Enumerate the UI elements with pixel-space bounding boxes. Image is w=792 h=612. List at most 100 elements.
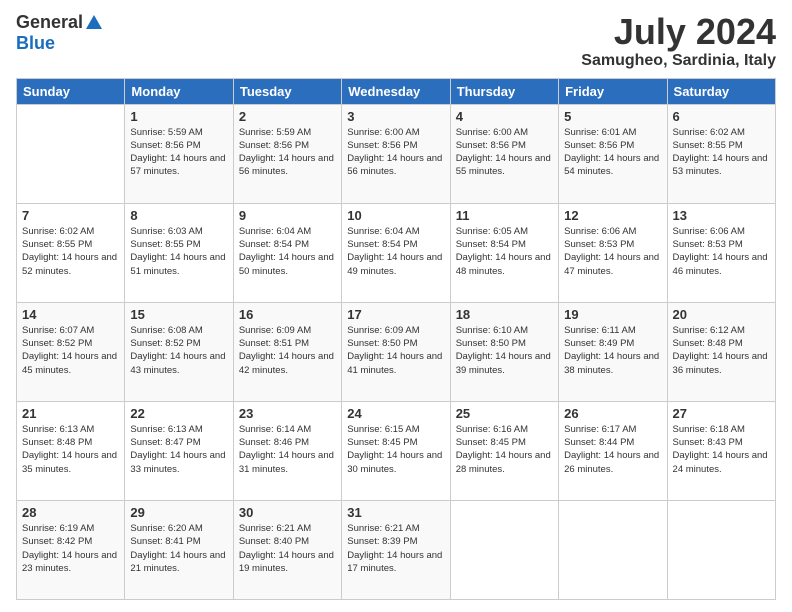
col-saturday: Saturday (667, 78, 775, 104)
day-info: Sunrise: 6:05 AMSunset: 8:54 PMDaylight:… (456, 225, 553, 278)
table-row: 16 Sunrise: 6:09 AMSunset: 8:51 PMDayligh… (233, 302, 341, 401)
day-info: Sunrise: 5:59 AMSunset: 8:56 PMDaylight:… (239, 126, 336, 179)
calendar-week-row: 21Sunrise: 6:13 AMSunset: 8:48 PMDayligh… (17, 401, 776, 500)
day-number: 4 (456, 109, 553, 124)
day-number: 22 (130, 406, 227, 421)
table-row: 14 Sunrise: 6:07 AMSunset: 8:52 PMDayligh… (17, 302, 125, 401)
day-info: Sunrise: 6:21 AMSunset: 8:39 PMDaylight:… (347, 522, 444, 575)
day-number: 7 (22, 208, 119, 223)
day-info: Sunrise: 6:18 AMSunset: 8:43 PMDaylight:… (673, 423, 770, 476)
table-row: 25 Sunrise: 6:16 AMSunset: 8:45 PMDayligh… (450, 401, 558, 500)
header: General Blue July 2024 Samugheo, Sardini… (16, 12, 776, 70)
calendar-week-row: 1 Sunrise: 5:59 AMSunset: 8:56 PMDaylight… (17, 104, 776, 203)
day-info: Sunrise: 6:06 AMSunset: 8:53 PMDaylight:… (564, 225, 661, 278)
table-row: 11 Sunrise: 6:05 AMSunset: 8:54 PMDayligh… (450, 203, 558, 302)
day-number: 5 (564, 109, 661, 124)
day-number: 30 (239, 505, 336, 520)
day-number: 20 (673, 307, 770, 322)
table-row: 12 Sunrise: 6:06 AMSunset: 8:53 PMDayligh… (559, 203, 667, 302)
day-info: Sunrise: 6:13 AMSunset: 8:48 PMDaylight:… (22, 423, 119, 476)
day-info: Sunrise: 6:17 AMSunset: 8:44 PMDaylight:… (564, 423, 661, 476)
table-row: 9 Sunrise: 6:04 AMSunset: 8:54 PMDaylight… (233, 203, 341, 302)
day-number: 31 (347, 505, 444, 520)
logo-general-text: General (16, 12, 83, 33)
table-row: 13 Sunrise: 6:06 AMSunset: 8:53 PMDayligh… (667, 203, 775, 302)
day-info: Sunrise: 6:04 AMSunset: 8:54 PMDaylight:… (347, 225, 444, 278)
day-info: Sunrise: 6:03 AMSunset: 8:55 PMDaylight:… (130, 225, 227, 278)
logo-blue-text: Blue (16, 33, 55, 54)
day-info: Sunrise: 6:02 AMSunset: 8:55 PMDaylight:… (22, 225, 119, 278)
col-sunday: Sunday (17, 78, 125, 104)
day-number: 9 (239, 208, 336, 223)
day-number: 19 (564, 307, 661, 322)
table-row: 15 Sunrise: 6:08 AMSunset: 8:52 PMDayligh… (125, 302, 233, 401)
day-info: Sunrise: 6:13 AMSunset: 8:47 PMDaylight:… (130, 423, 227, 476)
table-row: 31 Sunrise: 6:21 AMSunset: 8:39 PMDayligh… (342, 500, 450, 599)
day-number: 25 (456, 406, 553, 421)
day-info: Sunrise: 6:11 AMSunset: 8:49 PMDaylight:… (564, 324, 661, 377)
table-row: 23Sunrise: 6:14 AMSunset: 8:46 PMDayligh… (233, 401, 341, 500)
day-number: 15 (130, 307, 227, 322)
table-row: 10Sunrise: 6:04 AMSunset: 8:54 PMDayligh… (342, 203, 450, 302)
day-info: Sunrise: 6:00 AMSunset: 8:56 PMDaylight:… (456, 126, 553, 179)
table-row (559, 500, 667, 599)
table-row: 6Sunrise: 6:02 AMSunset: 8:55 PMDaylight… (667, 104, 775, 203)
day-info: Sunrise: 6:06 AMSunset: 8:53 PMDaylight:… (673, 225, 770, 278)
table-row: 20 Sunrise: 6:12 AMSunset: 8:48 PMDayligh… (667, 302, 775, 401)
day-info: Sunrise: 6:09 AMSunset: 8:50 PMDaylight:… (347, 324, 444, 377)
logo: General Blue (16, 12, 102, 54)
day-number: 17 (347, 307, 444, 322)
day-number: 23 (239, 406, 336, 421)
table-row: 19 Sunrise: 6:11 AMSunset: 8:49 PMDayligh… (559, 302, 667, 401)
day-info: Sunrise: 6:09 AMSunset: 8:51 PMDaylight:… (239, 324, 336, 377)
table-row: 26 Sunrise: 6:17 AMSunset: 8:44 PMDayligh… (559, 401, 667, 500)
day-number: 3 (347, 109, 444, 124)
table-row: 22 Sunrise: 6:13 AMSunset: 8:47 PMDayligh… (125, 401, 233, 500)
col-monday: Monday (125, 78, 233, 104)
day-number: 27 (673, 406, 770, 421)
calendar-page: General Blue July 2024 Samugheo, Sardini… (0, 0, 792, 612)
day-info: Sunrise: 6:08 AMSunset: 8:52 PMDaylight:… (130, 324, 227, 377)
day-number: 11 (456, 208, 553, 223)
day-number: 13 (673, 208, 770, 223)
day-number: 16 (239, 307, 336, 322)
day-info: Sunrise: 6:19 AMSunset: 8:42 PMDaylight:… (22, 522, 119, 575)
table-row: 17 Sunrise: 6:09 AMSunset: 8:50 PMDayligh… (342, 302, 450, 401)
title-section: July 2024 Samugheo, Sardinia, Italy (581, 12, 776, 70)
calendar-table: Sunday Monday Tuesday Wednesday Thursday… (16, 78, 776, 600)
day-number: 1 (130, 109, 227, 124)
table-row: 8 Sunrise: 6:03 AMSunset: 8:55 PMDaylight… (125, 203, 233, 302)
calendar-week-row: 7 Sunrise: 6:02 AMSunset: 8:55 PMDaylight… (17, 203, 776, 302)
day-number: 18 (456, 307, 553, 322)
table-row: 28Sunrise: 6:19 AMSunset: 8:42 PMDayligh… (17, 500, 125, 599)
table-row: 29Sunrise: 6:20 AMSunset: 8:41 PMDayligh… (125, 500, 233, 599)
day-info: Sunrise: 6:12 AMSunset: 8:48 PMDaylight:… (673, 324, 770, 377)
day-info: Sunrise: 6:20 AMSunset: 8:41 PMDaylight:… (130, 522, 227, 575)
day-info: Sunrise: 6:07 AMSunset: 8:52 PMDaylight:… (22, 324, 119, 377)
calendar-week-row: 14 Sunrise: 6:07 AMSunset: 8:52 PMDayligh… (17, 302, 776, 401)
day-number: 12 (564, 208, 661, 223)
table-row: 3 Sunrise: 6:00 AMSunset: 8:56 PMDaylight… (342, 104, 450, 203)
day-number: 24 (347, 406, 444, 421)
month-year-title: July 2024 (581, 12, 776, 52)
day-number: 14 (22, 307, 119, 322)
col-friday: Friday (559, 78, 667, 104)
day-number: 26 (564, 406, 661, 421)
table-row: 27 Sunrise: 6:18 AMSunset: 8:43 PMDayligh… (667, 401, 775, 500)
calendar-week-row: 28Sunrise: 6:19 AMSunset: 8:42 PMDayligh… (17, 500, 776, 599)
day-info: Sunrise: 6:00 AMSunset: 8:56 PMDaylight:… (347, 126, 444, 179)
day-info: Sunrise: 6:15 AMSunset: 8:45 PMDaylight:… (347, 423, 444, 476)
col-tuesday: Tuesday (233, 78, 341, 104)
calendar-header-row: Sunday Monday Tuesday Wednesday Thursday… (17, 78, 776, 104)
table-row (17, 104, 125, 203)
table-row: 7 Sunrise: 6:02 AMSunset: 8:55 PMDaylight… (17, 203, 125, 302)
day-info: Sunrise: 6:16 AMSunset: 8:45 PMDaylight:… (456, 423, 553, 476)
day-number: 8 (130, 208, 227, 223)
table-row (667, 500, 775, 599)
table-row: 24 Sunrise: 6:15 AMSunset: 8:45 PMDayligh… (342, 401, 450, 500)
day-info: Sunrise: 6:04 AMSunset: 8:54 PMDaylight:… (239, 225, 336, 278)
table-row: 30Sunrise: 6:21 AMSunset: 8:40 PMDayligh… (233, 500, 341, 599)
day-number: 6 (673, 109, 770, 124)
table-row: 21Sunrise: 6:13 AMSunset: 8:48 PMDayligh… (17, 401, 125, 500)
day-info: Sunrise: 6:10 AMSunset: 8:50 PMDaylight:… (456, 324, 553, 377)
